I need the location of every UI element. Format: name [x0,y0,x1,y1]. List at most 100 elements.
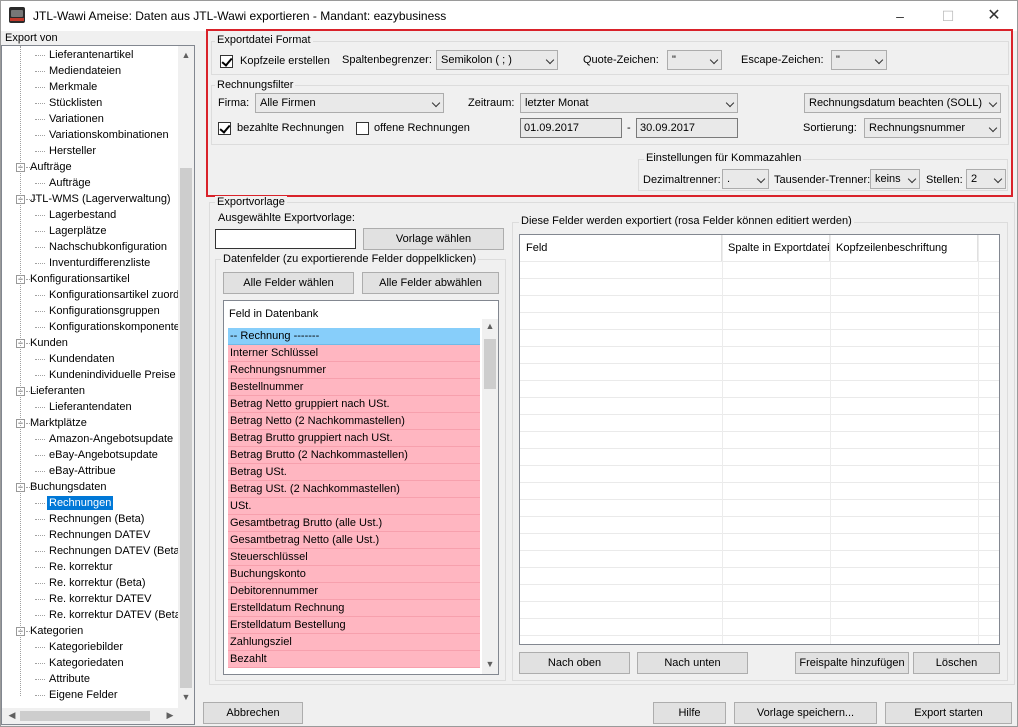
col-header-caption[interactable]: Kopfzeilenbeschriftung [830,235,978,261]
field-list-item[interactable]: USt. [228,498,480,515]
tree-item[interactable]: Eigene Felder [49,688,118,702]
add-free-column-button[interactable]: Freispalte hinzufügen [795,652,909,674]
delete-button[interactable]: Löschen [913,652,1000,674]
tree-item[interactable]: Merkmale [49,80,97,94]
tree-item[interactable]: Kundendaten [49,352,114,366]
scroll-down-icon[interactable]: ▼ [178,692,194,702]
tree-item[interactable]: Rechnungen (Beta) [49,512,144,526]
sort-select[interactable]: Rechnungsnummer [864,118,1001,138]
move-down-button[interactable]: Nach unten [637,652,748,674]
selected-template-field[interactable] [215,229,356,249]
field-list-item[interactable]: Gesamtbetrag Brutto (alle Ust.) [228,515,480,532]
scroll-thumb[interactable] [20,711,150,721]
scroll-right-icon[interactable]: ▶ [162,710,178,721]
field-list[interactable]: Feld in Datenbank ▲ ▼ -- Rechnung ------… [223,300,499,675]
period-select[interactable]: letzter Monat [520,93,738,113]
tree-item[interactable]: Lieferantendaten [49,400,132,414]
cancel-button[interactable]: Abbrechen [203,702,303,724]
tree-item[interactable]: Re. korrektur DATEV (Beta [49,608,181,622]
tree-item[interactable]: eBay-Angebotsupdate [49,448,158,462]
date-to-field[interactable]: 30.09.2017 [636,118,738,138]
start-export-button[interactable]: Export starten [885,702,1012,724]
tree-scrollbar[interactable]: ▲ ▼ [178,46,194,710]
tree-group[interactable]: Kunden [30,336,68,350]
tree-group[interactable]: Lieferanten [30,384,85,398]
tree-item[interactable]: Lagerbestand [49,208,116,222]
save-template-button[interactable]: Vorlage speichern... [734,702,877,724]
escape-select[interactable]: " [831,50,887,70]
thousand-sep-select[interactable]: keins [870,169,920,189]
field-list-item[interactable]: Zahlungsziel [228,634,480,651]
date-mode-select[interactable]: Rechnungsdatum beachten (SOLL) [804,93,1001,113]
minimize-icon[interactable]: – [877,1,923,31]
field-list-item[interactable]: Erstelldatum Rechnung [228,600,480,617]
tree-item[interactable]: Attribute [49,672,90,686]
tree-item[interactable]: Nachschubkonfiguration [49,240,167,254]
tree-item[interactable]: Lagerplätze [49,224,107,238]
field-list-item[interactable]: Betrag Netto gruppiert nach USt. [228,396,480,413]
tree-item[interactable]: Rechnungen [47,496,114,510]
tree-item[interactable]: Variationskombinationen [49,128,169,142]
tree-item[interactable]: Rechnungen DATEV [49,528,150,542]
tree-group[interactable]: Marktplätze [30,416,87,430]
field-list-item[interactable]: Steuerschlüssel [228,549,480,566]
tree-item[interactable]: Lieferantenartikel [49,48,133,62]
open-invoices-checkbox[interactable] [356,122,369,135]
move-up-button[interactable]: Nach oben [519,652,630,674]
decimal-sep-select[interactable]: . [722,169,769,189]
field-list-scrollbar[interactable]: ▲ ▼ [482,319,498,674]
scroll-down-icon[interactable]: ▼ [482,659,498,669]
tree-item[interactable]: Re. korrektur DATEV [49,592,152,606]
tree-item[interactable]: Rechnungen DATEV (Beta [49,544,180,558]
tree-item[interactable]: eBay-Attribue [49,464,116,478]
field-list-item[interactable]: Betrag Netto (2 Nachkommastellen) [228,413,480,430]
tree-item[interactable]: Hersteller [49,144,96,158]
field-list-item[interactable]: Betrag Brutto (2 Nachkommastellen) [228,447,480,464]
scroll-up-icon[interactable]: ▲ [178,50,194,60]
places-select[interactable]: 2 [966,169,1006,189]
close-icon[interactable]: ✕ [971,1,1017,31]
field-list-item[interactable]: Rechnungsnummer [228,362,480,379]
tree-item[interactable]: Konfigurationskomponenten [49,320,186,334]
scroll-up-icon[interactable]: ▲ [482,321,498,331]
company-select[interactable]: Alle Firmen [255,93,444,113]
title-bar[interactable]: JTL-Wawi Ameise: Daten aus JTL-Wawi expo… [1,1,1017,31]
tree-group[interactable]: Buchungsdaten [30,480,106,494]
tree-item[interactable]: Inventurdifferenzliste [49,256,150,270]
help-button[interactable]: Hilfe [653,702,726,724]
exported-fields-grid[interactable]: Feld Spalte in Exportdatei Kopfzeilenbes… [519,234,1000,645]
choose-template-button[interactable]: Vorlage wählen [363,228,504,250]
col-header-column[interactable]: Spalte in Exportdatei [722,235,830,261]
tree-hscrollbar[interactable]: ◀ ▶ [2,708,194,724]
tree-group[interactable]: Kategorien [30,624,83,638]
field-list-item[interactable]: Betrag USt. (2 Nachkommastellen) [228,481,480,498]
field-list-item[interactable]: -- Rechnung ------- [228,328,480,345]
paid-invoices-checkbox[interactable] [218,122,231,135]
scroll-thumb[interactable] [180,168,192,688]
quote-select[interactable]: " [667,50,722,70]
tree-group[interactable]: JTL-WMS (Lagerverwaltung) [30,192,171,206]
tree-item[interactable]: Stücklisten [49,96,102,110]
field-list-item[interactable]: Betrag Brutto gruppiert nach USt. [228,430,480,447]
field-list-item[interactable]: Bestellnummer [228,379,480,396]
tree-group[interactable]: Konfigurationsartikel [30,272,130,286]
field-list-item[interactable]: Erstelldatum Bestellung [228,617,480,634]
col-header-field[interactable]: Feld [520,235,722,261]
tree-item[interactable]: Variationen [49,112,104,126]
tree-item[interactable]: Kategoriebilder [49,640,123,654]
tree-item[interactable]: Re. korrektur [49,560,113,574]
deselect-all-fields-button[interactable]: Alle Felder abwählen [362,272,499,294]
delimiter-select[interactable]: Semikolon ( ; ) [436,50,558,70]
tree-group[interactable]: Aufträge [30,160,72,174]
tree-item[interactable]: Mediendateien [49,64,121,78]
maximize-icon[interactable]: ☐ [925,1,971,31]
header-checkbox[interactable] [220,55,233,68]
field-list-item[interactable]: Betrag USt. [228,464,480,481]
field-list-item[interactable]: Debitorennummer [228,583,480,600]
select-all-fields-button[interactable]: Alle Felder wählen [223,272,354,294]
export-tree[interactable]: Lieferantenartikel Mediendateien Merkmale S… [1,45,195,725]
field-list-item[interactable]: Interner Schlüssel [228,345,480,362]
date-from-field[interactable]: 01.09.2017 [520,118,622,138]
tree-item[interactable]: Amazon-Angebotsupdate [49,432,173,446]
field-list-item[interactable]: Gesamtbetrag Netto (alle Ust.) [228,532,480,549]
